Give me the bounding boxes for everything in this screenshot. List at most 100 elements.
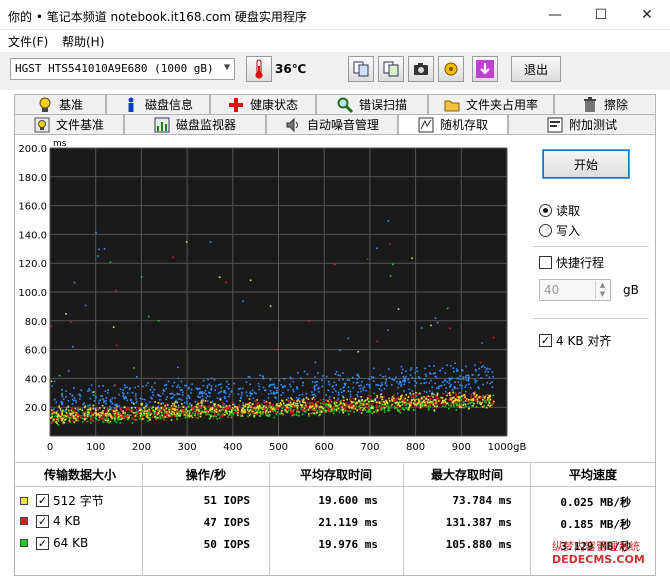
data-point xyxy=(75,401,77,404)
data-point xyxy=(384,382,387,385)
data-point xyxy=(411,257,413,260)
data-point xyxy=(259,411,262,413)
short-stroke-checkbox[interactable] xyxy=(539,256,552,269)
data-point xyxy=(449,385,452,387)
data-point xyxy=(404,377,406,380)
data-point xyxy=(218,417,221,419)
data-point xyxy=(346,404,349,406)
data-point xyxy=(122,410,125,413)
data-point xyxy=(61,395,64,398)
data-point xyxy=(155,417,158,420)
data-point xyxy=(392,263,394,266)
data-point xyxy=(248,398,251,400)
row-checkbox[interactable]: ✓ xyxy=(36,494,49,507)
data-point xyxy=(112,415,114,418)
data-point xyxy=(123,384,126,386)
data-point xyxy=(453,386,456,388)
align-option[interactable]: ✓ 4 KB 对齐 xyxy=(539,332,611,349)
data-point xyxy=(322,398,325,401)
data-point xyxy=(329,406,332,408)
read-option[interactable]: 读取 xyxy=(539,202,580,219)
row-checkbox[interactable]: ✓ xyxy=(36,514,49,528)
data-point xyxy=(220,386,223,389)
data-point xyxy=(470,399,472,401)
data-point xyxy=(220,390,223,393)
data-point xyxy=(190,392,192,394)
data-point xyxy=(343,404,346,406)
data-point xyxy=(224,414,226,416)
data-point xyxy=(462,394,465,397)
data-point xyxy=(68,419,71,422)
data-point xyxy=(294,402,297,405)
data-point xyxy=(379,397,381,399)
data-point xyxy=(489,368,491,370)
write-option[interactable]: 写入 xyxy=(539,222,580,239)
spin-down-icon[interactable]: ▼ xyxy=(595,290,609,299)
data-point xyxy=(442,405,444,408)
data-point xyxy=(262,411,264,413)
data-point xyxy=(489,396,492,399)
x-tick-label: 0 xyxy=(47,442,53,453)
data-point xyxy=(244,409,246,411)
data-point xyxy=(417,393,419,395)
data-point xyxy=(325,411,327,414)
data-point xyxy=(233,411,235,414)
data-point xyxy=(278,404,280,407)
data-point xyxy=(414,385,416,387)
x-tick-label: 100 xyxy=(86,442,105,453)
data-point xyxy=(439,385,442,387)
data-point xyxy=(188,397,191,399)
read-radio[interactable] xyxy=(539,204,552,217)
data-point xyxy=(251,408,254,411)
data-point xyxy=(211,400,214,403)
data-point xyxy=(353,405,355,407)
write-radio[interactable] xyxy=(539,224,552,237)
data-point xyxy=(265,414,268,417)
data-point xyxy=(262,406,265,409)
data-point xyxy=(482,383,485,386)
data-point xyxy=(391,403,394,406)
data-point xyxy=(456,387,459,390)
data-point xyxy=(134,386,136,389)
data-point xyxy=(451,377,454,379)
data-point xyxy=(333,409,335,412)
data-point xyxy=(227,406,229,408)
data-point xyxy=(305,392,308,395)
data-point xyxy=(194,410,196,413)
data-point xyxy=(88,389,91,392)
short-stroke-size-input[interactable]: 40 ▲ ▼ xyxy=(539,279,611,301)
row-checkbox[interactable]: ✓ xyxy=(36,536,49,550)
data-point xyxy=(94,408,97,411)
data-point xyxy=(187,414,189,417)
data-point xyxy=(122,395,124,397)
data-point xyxy=(199,396,201,399)
data-point xyxy=(333,263,336,266)
data-point xyxy=(188,413,191,415)
data-point xyxy=(123,396,126,399)
data-point xyxy=(258,403,261,406)
data-point xyxy=(318,407,320,410)
data-point xyxy=(291,398,293,401)
data-point xyxy=(97,414,99,416)
data-point xyxy=(410,401,413,404)
data-point xyxy=(462,404,465,407)
data-point xyxy=(162,392,164,395)
data-point xyxy=(242,404,245,407)
data-point xyxy=(227,416,229,419)
data-point xyxy=(180,380,183,383)
short-stroke-option[interactable]: 快捷行程 xyxy=(539,254,604,271)
data-point xyxy=(447,407,450,410)
data-point xyxy=(460,406,463,409)
data-point xyxy=(172,406,175,409)
data-point xyxy=(358,385,360,387)
data-point xyxy=(125,414,127,417)
transfer-size: 64 KB xyxy=(53,536,89,550)
start-button[interactable]: 开始 xyxy=(542,149,630,179)
spin-up-icon[interactable]: ▲ xyxy=(595,281,609,290)
data-point xyxy=(477,386,480,388)
data-point xyxy=(160,403,162,405)
align-checkbox[interactable]: ✓ xyxy=(539,334,552,347)
data-point xyxy=(444,401,447,403)
data-point xyxy=(114,384,117,387)
data-point xyxy=(457,396,460,398)
